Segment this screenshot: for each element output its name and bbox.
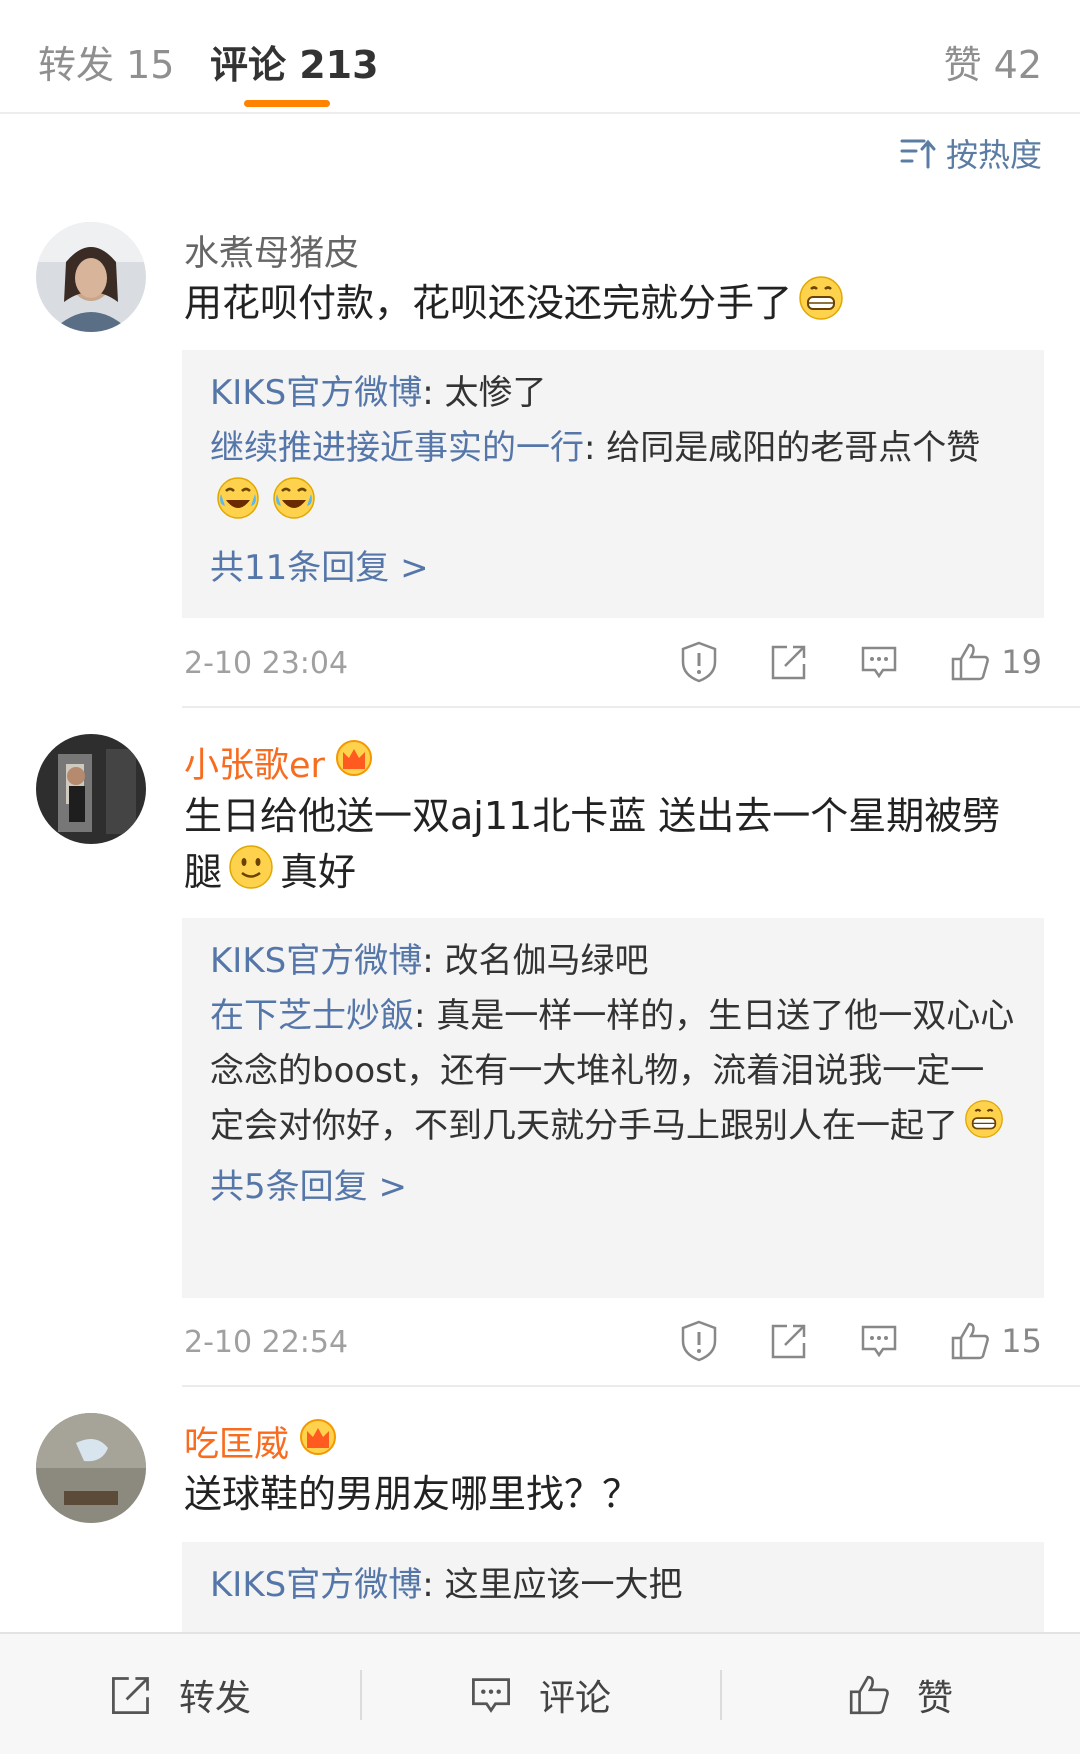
- comment-text-content: 送球鞋的男朋友哪里找？？: [184, 1472, 641, 1516]
- like-button[interactable]: 赞: [720, 1634, 1080, 1754]
- grin-emoji-icon: [798, 275, 844, 336]
- reply-author[interactable]: 继续推进接近事实的一行: [210, 428, 584, 468]
- comment-timestamp: 2-10 23:04: [184, 646, 349, 681]
- comment-timestamp: 2-10 22:54: [184, 1325, 349, 1360]
- comment-text: 生日给他送一双aj11北卡蓝 送出去一个星期被劈腿 真好: [184, 788, 1024, 905]
- like-comment-button[interactable]: 15: [949, 1320, 1042, 1362]
- view-more-replies-link[interactable]: 共11条回复 >: [210, 541, 1016, 596]
- divider: [182, 706, 1080, 708]
- laughing-tears-emoji-icon: [216, 476, 260, 537]
- reply-author[interactable]: KIKS官方微博: [210, 1565, 422, 1605]
- username-text: 小张歌er: [184, 746, 325, 786]
- repost-button[interactable]: 转发: [0, 1634, 360, 1754]
- comment-text: 送球鞋的男朋友哪里找？？: [184, 1466, 1024, 1522]
- reply-author[interactable]: 在下芝士炒飯: [210, 996, 414, 1036]
- reply-comment-button[interactable]: [859, 642, 899, 682]
- share-icon: [772, 1324, 806, 1359]
- warning-shield-icon: [682, 641, 717, 683]
- like-count: 15: [1001, 1322, 1042, 1360]
- like-comment-button[interactable]: 19: [949, 641, 1042, 683]
- repost-label: 转发: [178, 1678, 251, 1719]
- share-comment-button[interactable]: [769, 1321, 809, 1361]
- reply-author[interactable]: KIKS官方微博: [210, 373, 422, 413]
- comment-label: 评论: [538, 1678, 611, 1719]
- tab-reposts[interactable]: 转发 15: [38, 34, 174, 89]
- reply-text: : 太惨了: [422, 373, 547, 413]
- reply-text: : 这里应该一大把: [422, 1565, 683, 1605]
- comment-username[interactable]: 吃匡威: [184, 1416, 337, 1467]
- comment-actions: 15: [629, 1319, 1042, 1363]
- reply-box: KIKS官方微博: 太惨了 继续推进接近事实的一行: 给同是咸阳的老哥点个赞 共…: [182, 350, 1044, 618]
- grin-emoji-icon: [964, 1099, 1004, 1156]
- thumbs-up-icon: [952, 643, 990, 681]
- comment-text-content: 用花呗付款，花呗还没还完就分手了: [184, 281, 793, 325]
- share-comment-button[interactable]: [769, 642, 809, 682]
- reply-item[interactable]: KIKS官方微博: 太惨了: [210, 366, 1016, 421]
- sort-label: 按热度: [945, 136, 1042, 174]
- smile-emoji-icon: [228, 844, 274, 905]
- reply-item[interactable]: KIKS官方微博: 这里应该一大把: [210, 1558, 1016, 1613]
- comment-actions: 19: [629, 640, 1042, 684]
- comment-username[interactable]: 小张歌er: [184, 737, 373, 788]
- comment-icon: [862, 646, 897, 679]
- comment-icon: [472, 1678, 510, 1713]
- tab-comments[interactable]: 评论 213: [210, 34, 379, 89]
- reply-author[interactable]: KIKS官方微博: [210, 941, 422, 981]
- sort-icon: [900, 139, 936, 169]
- tab-bar: 转发 15 评论 213 赞 42: [0, 0, 1080, 114]
- reply-item[interactable]: 在下芝士炒飯: 真是一样一样的，生日送了他一双心心念念的boost，还有一大堆礼…: [210, 989, 1016, 1156]
- vip-crown-icon: [335, 739, 373, 786]
- view-more-replies-link[interactable]: 共5条回复 >: [210, 1160, 1016, 1215]
- comment-text-content-2: 真好: [280, 850, 357, 894]
- bottom-action-bar: 转发 评论 赞: [0, 1632, 1080, 1754]
- avatar[interactable]: [36, 1413, 146, 1523]
- share-icon: [112, 1677, 149, 1714]
- comment-text: 用花呗付款，花呗还没还完就分手了: [184, 275, 1024, 336]
- reply-box: KIKS官方微博: 改名伽马绿吧 在下芝士炒飯: 真是一样一样的，生日送了他一双…: [182, 918, 1044, 1298]
- reply-text: : 改名伽马绿吧: [422, 941, 649, 981]
- thumbs-up-icon: [849, 1675, 889, 1715]
- report-button[interactable]: [679, 1319, 719, 1363]
- thumbs-up-icon: [952, 1322, 990, 1360]
- laughing-tears-emoji-icon: [272, 476, 316, 537]
- sort-by-hot-button[interactable]: 按热度: [900, 130, 1042, 176]
- active-tab-indicator: [244, 100, 330, 107]
- comment-username[interactable]: 水煮母猪皮: [184, 225, 359, 276]
- reply-comment-button[interactable]: [859, 1321, 899, 1361]
- avatar[interactable]: [36, 222, 146, 332]
- reply-text: : 给同是咸阳的老哥点个赞: [584, 428, 981, 468]
- tab-likes[interactable]: 赞 42: [944, 34, 1042, 89]
- warning-shield-icon: [682, 1320, 717, 1362]
- like-count: 19: [1001, 643, 1042, 681]
- comment-button[interactable]: 评论: [360, 1634, 720, 1754]
- reply-box: KIKS官方微博: 这里应该一大把: [182, 1542, 1044, 1632]
- reply-item[interactable]: KIKS官方微博: 改名伽马绿吧: [210, 934, 1016, 989]
- report-button[interactable]: [679, 640, 719, 684]
- reply-item[interactable]: 继续推进接近事实的一行: 给同是咸阳的老哥点个赞: [210, 421, 1016, 537]
- share-icon: [772, 645, 806, 680]
- comment-icon: [862, 1325, 897, 1358]
- vip-crown-icon: [299, 1418, 337, 1465]
- divider: [182, 1385, 1080, 1387]
- avatar[interactable]: [36, 734, 146, 844]
- username-text: 吃匡威: [184, 1425, 290, 1465]
- like-label: 赞: [916, 1678, 953, 1719]
